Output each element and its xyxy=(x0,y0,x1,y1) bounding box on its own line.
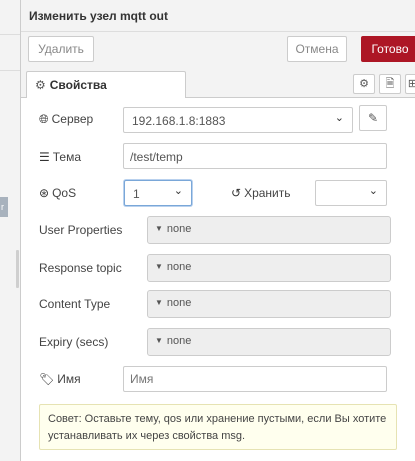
retain-select[interactable]: ⌄ xyxy=(315,180,387,206)
cancel-button[interactable]: Отмена xyxy=(287,36,347,62)
tray-title: Изменить узел mqtt out xyxy=(29,9,168,23)
retain-label: ↺ Хранить xyxy=(231,186,291,200)
expiry-type-select[interactable]: ▼ none xyxy=(151,332,191,352)
tab-description-icon[interactable]: 🗎 xyxy=(379,74,401,94)
empire-icon: ⊛ xyxy=(39,186,50,200)
content-type-value: none xyxy=(166,297,192,309)
topic-value: /test/temp xyxy=(130,150,183,164)
topic-label: ☰ Тема xyxy=(39,150,81,164)
caret-down-icon: ▼ xyxy=(155,262,163,271)
expiry-field: ▼ none xyxy=(147,328,391,356)
edit-server-button[interactable]: ✎ xyxy=(359,105,387,131)
topic-label-text: Тема xyxy=(52,150,82,164)
user-properties-field: ▼ none xyxy=(147,216,391,244)
workspace-grid-line xyxy=(0,34,20,35)
tab-properties-label: Свойства xyxy=(49,78,107,92)
tray-toolbar: Удалить Отмена Готово xyxy=(21,32,415,68)
content-type-type-select[interactable]: ▼ none xyxy=(151,294,191,314)
globe-icon: 🌐︎ xyxy=(39,112,49,126)
user-properties-type-select[interactable]: ▼ none xyxy=(151,220,191,240)
content-type-field: ▼ none xyxy=(147,290,391,318)
response-topic-field: ▼ none xyxy=(147,254,391,282)
tab-appearance-icon[interactable]: ⊞ xyxy=(405,74,415,94)
tag-icon: 🏷︎ xyxy=(39,372,55,386)
retain-label-text: Хранить xyxy=(244,186,291,200)
qos-value: 1 xyxy=(133,187,140,201)
qos-select[interactable]: 1 ⌄ xyxy=(124,180,192,206)
user-properties-label: User Properties xyxy=(39,223,123,237)
gear-icon: ⚙ xyxy=(35,78,46,92)
chevron-down-icon: ⌄ xyxy=(334,112,344,124)
server-value: 192.168.1.8:1883 xyxy=(132,114,226,128)
tray-resize-handle[interactable] xyxy=(16,250,19,288)
tasks-icon: ☰ xyxy=(39,150,50,164)
name-input[interactable] xyxy=(123,366,387,392)
delete-button[interactable]: Удалить xyxy=(28,36,94,62)
history-icon: ↺ xyxy=(231,186,242,200)
pencil-icon: ✎ xyxy=(367,111,379,125)
name-label-text: Имя xyxy=(57,372,81,386)
response-topic-label: Response topic xyxy=(39,261,122,275)
chevron-down-icon: ⌄ xyxy=(173,185,183,197)
response-topic-value: none xyxy=(166,261,192,273)
properties-form: 🌐︎ Сервер 192.168.1.8:1883 ⌄ ✎ ☰ Тема /tes… xyxy=(21,98,415,461)
qos-label-text: QoS xyxy=(52,186,77,200)
expiry-label: Expiry (secs) xyxy=(39,335,109,349)
workspace-node-fragment[interactable]: r xyxy=(0,197,8,217)
edit-tray: Изменить узел mqtt out Удалить Отмена Го… xyxy=(20,0,415,461)
user-properties-value: none xyxy=(166,223,192,235)
content-type-label: Content Type xyxy=(39,297,111,311)
response-topic-type-select[interactable]: ▼ none xyxy=(151,258,191,278)
topic-input[interactable]: /test/temp xyxy=(123,143,387,169)
workspace-grid-line xyxy=(0,70,20,71)
server-select[interactable]: 192.168.1.8:1883 ⌄ xyxy=(123,107,353,133)
tip-box: Совет: Оставьте тему, qos или хранение п… xyxy=(39,404,397,450)
chevron-down-icon: ⌄ xyxy=(368,185,378,197)
workspace-background: r xyxy=(0,0,20,461)
server-label-text: Сервер xyxy=(51,112,94,126)
tab-settings-icon[interactable]: ⚙ xyxy=(353,74,375,94)
done-button[interactable]: Готово xyxy=(361,36,415,62)
qos-label: ⊛ QoS xyxy=(39,186,76,200)
tabs-bar: ⚙ Свойства ⚙ 🗎 ⊞ xyxy=(21,68,415,99)
tab-properties[interactable]: ⚙ Свойства xyxy=(26,71,186,99)
caret-down-icon: ▼ xyxy=(155,336,163,345)
caret-down-icon: ▼ xyxy=(155,224,163,233)
server-label: 🌐︎ Сервер xyxy=(39,112,93,127)
caret-down-icon: ▼ xyxy=(155,298,163,307)
tray-header: Изменить узел mqtt out xyxy=(21,0,415,32)
expiry-value: none xyxy=(166,335,192,347)
name-label: 🏷︎ Имя xyxy=(39,372,81,386)
